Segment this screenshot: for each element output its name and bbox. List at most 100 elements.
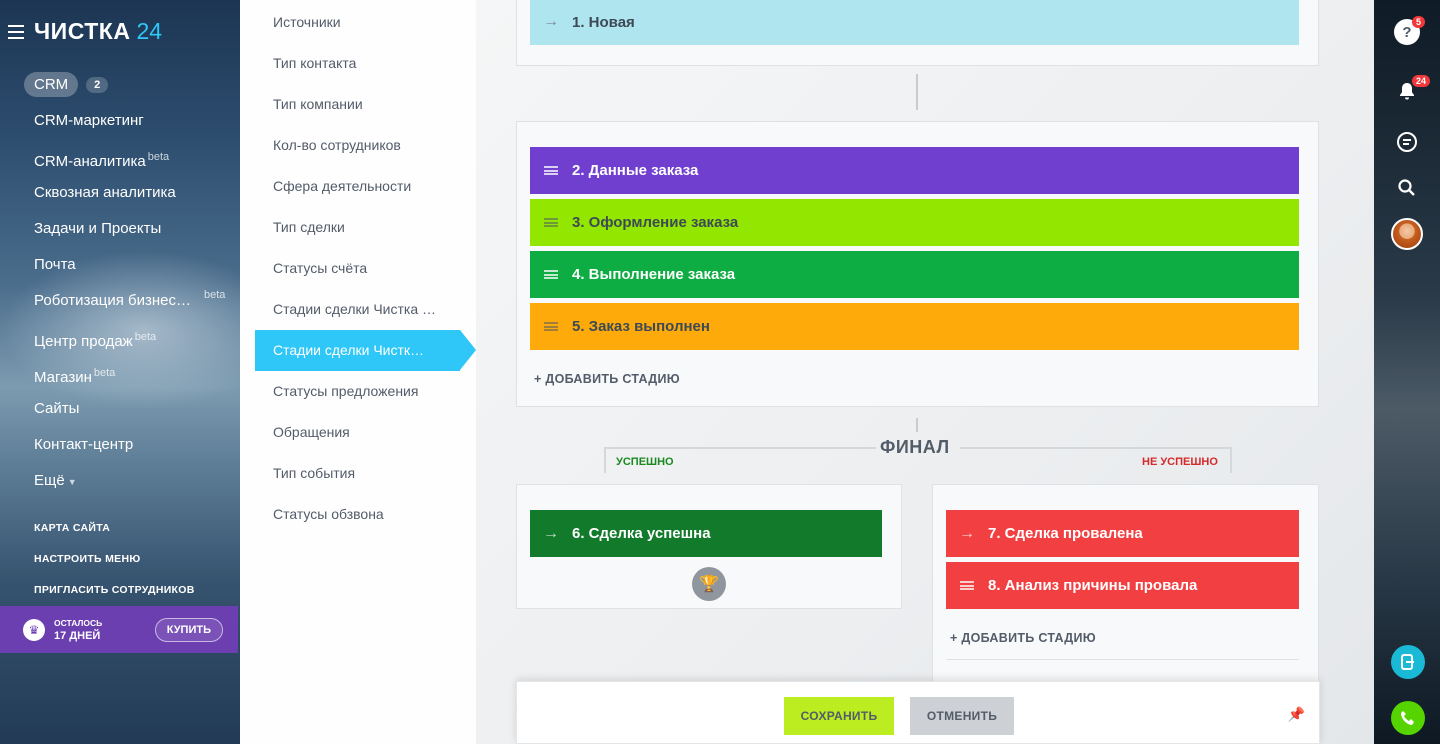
menu-item-label: Задачи и Проекты (34, 220, 162, 237)
drag-handle-icon[interactable] (960, 581, 974, 590)
menu-item-contact-center[interactable]: Контакт-центр (34, 434, 191, 470)
help-badge: 5 (1412, 16, 1426, 28)
trial-line1: ОСТАЛОСЬ (54, 617, 103, 628)
stage-new[interactable]: → 1. Новая (530, 0, 1299, 45)
start-stage-panel: → 1. Новая (516, 0, 1319, 66)
drag-handle-icon[interactable] (544, 322, 558, 331)
stage-label: 8. Анализ причины провала (988, 577, 1198, 594)
settings-item-sources[interactable]: Источники (240, 2, 460, 43)
stage-order-data[interactable]: 2. Данные заказа (530, 147, 1299, 194)
settings-item-invoice-statuses[interactable]: Статусы счёта (240, 248, 460, 289)
add-stage-button[interactable]: + ДОБАВИТЬ СТАДИЮ (534, 372, 680, 386)
stage-label: 7. Сделка провалена (988, 525, 1143, 542)
menu-item-mail[interactable]: Почта (34, 254, 191, 290)
search-button[interactable] (1390, 171, 1424, 205)
menu-burger-icon[interactable] (8, 24, 24, 39)
cancel-button[interactable]: ОТМЕНИТЬ (910, 697, 1014, 735)
stage-label: 6. Сделка успешна (572, 525, 711, 542)
drag-handle-icon[interactable] (544, 270, 558, 279)
notifications-button[interactable]: 24 (1390, 74, 1431, 108)
portal-logo-number[interactable]: 24 (136, 18, 162, 45)
settings-item-appeals[interactable]: Обращения (240, 412, 460, 453)
menu-item-label: CRM-аналитика (34, 153, 146, 170)
settings-item-quote-statuses[interactable]: Статусы предложения (240, 371, 460, 412)
stage-failure-analysis[interactable]: 8. Анализ причины провала (946, 562, 1299, 609)
menu-item-label: Магазин (34, 369, 92, 386)
settings-item-event-type[interactable]: Тип события (240, 453, 460, 494)
settings-item-industry[interactable]: Сфера деятельности (240, 166, 460, 207)
add-fail-stage-button[interactable]: + ДОБАВИТЬ СТАДИЮ (950, 631, 1096, 645)
arrow-right-icon: → (959, 524, 975, 542)
telephony-button[interactable] (1391, 701, 1425, 735)
trophy-icon: 🏆 (692, 567, 726, 601)
menu-item-label: Ещё (34, 472, 65, 489)
menu-item-label: Сквозная аналитика (34, 184, 176, 201)
stage-order-completed[interactable]: 5. Заказ выполнен (530, 303, 1299, 350)
settings-item-deal-stages-active[interactable]: Стадии сделки Чистк… (255, 330, 476, 371)
pin-icon[interactable]: 📌 (1288, 706, 1305, 723)
settings-list: Источники Тип контакта Тип компании Кол-… (240, 2, 476, 535)
stage-deal-failed[interactable]: → 7. Сделка провалена (946, 510, 1299, 557)
flow-connector (916, 74, 918, 110)
drag-handle-icon[interactable] (544, 218, 558, 227)
menu-item-crm-analytics[interactable]: CRM-аналитика beta (34, 146, 191, 182)
help-button[interactable]: ? 5 (1390, 15, 1426, 49)
user-avatar-button[interactable] (1390, 217, 1424, 251)
arrow-right-icon: → (543, 524, 559, 542)
fail-label: НЕ УСПЕШНО (1142, 456, 1218, 468)
stage-deal-success[interactable]: → 6. Сделка успешна (530, 510, 882, 557)
menu-item-sales-center[interactable]: Центр продаж beta (34, 326, 191, 362)
menu-item-label: Центр продаж (34, 333, 133, 350)
trial-banner: ♛ ОСТАЛОСЬ 17 ДНЕЙ КУПИТЬ (0, 606, 238, 653)
stage-order-execution[interactable]: 4. Выполнение заказа (530, 251, 1299, 298)
settings-sidebar: Источники Тип контакта Тип компании Кол-… (240, 0, 476, 744)
chat-icon (1397, 132, 1417, 152)
settings-item-company-type[interactable]: Тип компании (240, 84, 460, 125)
phone-icon (1401, 711, 1414, 725)
beta-badge: beta (147, 151, 170, 163)
flow-connector (916, 418, 918, 432)
avatar (1391, 218, 1423, 250)
crm-menu-item[interactable]: CRM (24, 72, 79, 97)
open-lines-icon (1401, 654, 1414, 670)
menu-item-sites[interactable]: Сайты (34, 398, 191, 434)
caret-down-icon: ▼ (67, 477, 77, 487)
menu-item-end-to-end-analytics[interactable]: Сквозная аналитика (34, 182, 191, 218)
menu-item-automation[interactable]: Роботизация бизнес… beta (34, 289, 225, 326)
open-lines-button[interactable] (1391, 645, 1425, 679)
drag-handle-icon[interactable] (544, 166, 558, 175)
trial-text: ОСТАЛОСЬ 17 ДНЕЙ (54, 617, 102, 643)
settings-item-contact-type[interactable]: Тип контакта (240, 43, 460, 84)
settings-item-call-statuses[interactable]: Статусы обзвона (240, 494, 460, 535)
save-button[interactable]: СОХРАНИТЬ (784, 697, 894, 735)
divider (946, 659, 1299, 660)
configure-menu-link[interactable]: НАСТРОИТЬ МЕНЮ (34, 553, 195, 584)
menu-item-label: CRM-маркетинг (34, 112, 144, 129)
menu-item-shop[interactable]: Магазин beta (34, 362, 191, 398)
menu-item-label: Сайты (34, 400, 80, 417)
stage-order-processing[interactable]: 3. Оформление заказа (530, 199, 1299, 246)
trial-days-left: 17 ДНЕЙ (54, 629, 101, 642)
settings-item-employees-count[interactable]: Кол-во сотрудников (240, 125, 460, 166)
stage-label: 4. Выполнение заказа (572, 266, 736, 283)
success-label: УСПЕШНО (616, 456, 674, 468)
stage-label: 3. Оформление заказа (572, 214, 739, 231)
beta-badge: beta (204, 289, 226, 301)
beta-badge: beta (134, 331, 157, 343)
settings-item-deal-stages-1[interactable]: Стадии сделки Чистка … (240, 289, 460, 330)
stage-label: 5. Заказ выполнен (572, 318, 710, 335)
sitemap-link[interactable]: КАРТА САЙТА (34, 522, 195, 553)
menu-item-tasks-projects[interactable]: Задачи и Проекты (34, 218, 191, 254)
right-rail: ? 5 24 (1374, 0, 1440, 744)
buy-button[interactable]: КУПИТЬ (154, 617, 223, 642)
crm-row: CRM 2 (24, 72, 109, 97)
settings-item-deal-type[interactable]: Тип сделки (240, 207, 460, 248)
stage-label: 1. Новая (572, 13, 635, 31)
chat-button[interactable] (1390, 125, 1424, 159)
menu-item-more[interactable]: Ещё ▼ (34, 470, 191, 506)
menu-item-crm-marketing[interactable]: CRM-маркетинг (34, 110, 191, 146)
portal-logo[interactable]: ЧИСТКА (34, 18, 130, 45)
logo-row: ЧИСТКА 24 (8, 18, 162, 45)
arrow-right-icon: → (543, 13, 559, 30)
success-stages-panel: → 6. Сделка успешна 🏆 (516, 484, 902, 609)
